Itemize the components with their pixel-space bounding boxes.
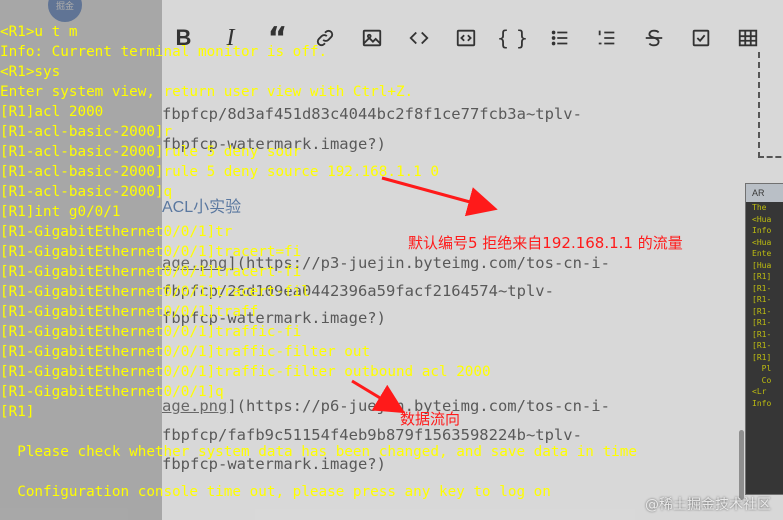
annotation-rule: 默认编号5 拒绝来自192.168.1.1 的流量 <box>408 234 683 252</box>
annotation-arrows <box>351 176 498 414</box>
watermark: @稀土掘金技术社区 <box>645 497 771 513</box>
arrow-to-rule <box>381 176 498 217</box>
arrow-to-direction <box>351 379 406 414</box>
annotation-direction: 数据流向 <box>400 410 461 428</box>
